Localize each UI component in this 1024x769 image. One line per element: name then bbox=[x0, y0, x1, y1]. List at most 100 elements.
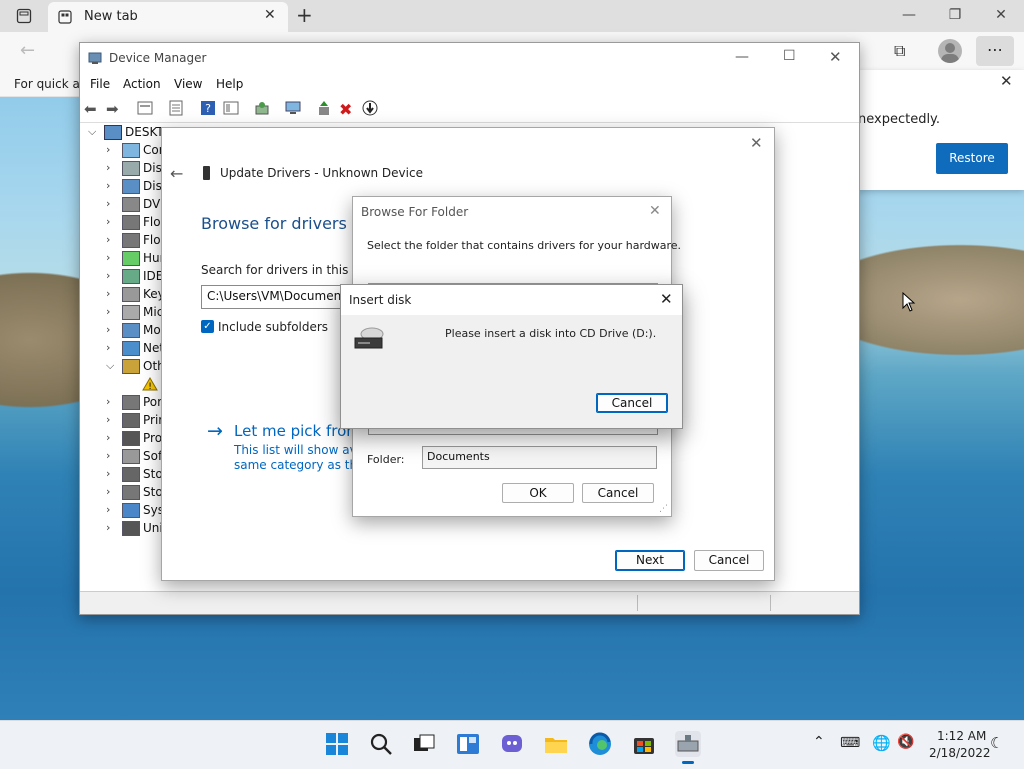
bff-titlebar[interactable]: Browse For Folder ✕ bbox=[353, 197, 671, 227]
expand-chevron-icon[interactable]: › bbox=[106, 341, 116, 354]
collapse-chevron-icon[interactable]: ⌵ bbox=[106, 359, 116, 373]
tree-item[interactable]: › Flop bbox=[80, 213, 163, 231]
menu-view[interactable]: View bbox=[174, 77, 202, 91]
back-icon[interactable]: ← bbox=[20, 40, 35, 61]
maximize-icon[interactable]: ❐ bbox=[932, 0, 978, 30]
tree-item[interactable]: › Uni bbox=[80, 519, 163, 537]
add-tab-icon[interactable]: + bbox=[296, 3, 313, 27]
minimize-icon[interactable]: — bbox=[886, 0, 932, 30]
expand-chevron-icon[interactable]: › bbox=[106, 413, 116, 426]
device-manager-taskbar-icon[interactable] bbox=[675, 731, 701, 757]
tree-item[interactable]: › Net bbox=[80, 339, 163, 357]
dm-minimize-icon[interactable]: — bbox=[735, 49, 749, 65]
folder-input[interactable]: Documents bbox=[422, 446, 657, 469]
tree-item[interactable]: › DVD bbox=[80, 195, 163, 213]
volume-muted-icon[interactable]: 🔇 bbox=[897, 734, 914, 750]
tree-item[interactable]: › Pro bbox=[80, 429, 163, 447]
bff-cancel-button[interactable]: Cancel bbox=[582, 483, 654, 503]
expand-chevron-icon[interactable]: › bbox=[106, 449, 116, 462]
avatar[interactable] bbox=[938, 39, 962, 63]
menu-help[interactable]: Help bbox=[216, 77, 243, 91]
focus-assist-icon[interactable]: ☾ bbox=[990, 734, 1003, 752]
resize-grip-icon[interactable]: ⋰ bbox=[659, 504, 668, 514]
expand-chevron-icon[interactable]: › bbox=[106, 269, 116, 282]
bff-ok-button[interactable]: OK bbox=[502, 483, 574, 503]
task-view-icon[interactable] bbox=[411, 731, 437, 757]
device-manager-titlebar[interactable]: Device Manager — ☐ ✕ bbox=[80, 43, 859, 74]
include-subfolders-checkbox[interactable]: ✓ bbox=[201, 320, 214, 333]
tree-item[interactable]: › Mo bbox=[80, 321, 163, 339]
clock-date[interactable]: 2/18/2022 bbox=[929, 746, 991, 760]
next-button[interactable]: Next bbox=[615, 550, 685, 571]
expand-chevron-icon[interactable]: › bbox=[106, 521, 116, 534]
disable-device-icon[interactable] bbox=[362, 100, 380, 118]
update-driver-icon[interactable] bbox=[316, 100, 334, 118]
uninstall-icon[interactable]: ✖ bbox=[339, 100, 357, 119]
expand-chevron-icon[interactable]: › bbox=[106, 233, 116, 246]
start-icon[interactable] bbox=[324, 731, 350, 757]
tree-item[interactable]: › Key bbox=[80, 285, 163, 303]
expand-chevron-icon[interactable]: › bbox=[106, 395, 116, 408]
dm-close-icon[interactable]: ✕ bbox=[829, 48, 842, 66]
view-icon[interactable] bbox=[223, 100, 241, 118]
tree-item[interactable]: › Syst bbox=[80, 501, 163, 519]
menu-action[interactable]: Action bbox=[123, 77, 161, 91]
tree-item[interactable]: › Prir bbox=[80, 411, 163, 429]
tree-item[interactable]: › Hun bbox=[80, 249, 163, 267]
bff-close-icon[interactable]: ✕ bbox=[649, 203, 661, 219]
tree-item[interactable]: › Mic bbox=[80, 303, 163, 321]
store-icon[interactable] bbox=[631, 731, 657, 757]
forward-arrow-icon[interactable]: ➡ bbox=[106, 100, 124, 118]
ins-cancel-button[interactable]: Cancel bbox=[596, 393, 668, 413]
collections-icon[interactable]: ⧉ bbox=[894, 41, 905, 61]
expand-chevron-icon[interactable]: › bbox=[106, 143, 116, 156]
tree-item[interactable]: › Disk bbox=[80, 159, 163, 177]
tree-item[interactable]: › Soft bbox=[80, 447, 163, 465]
widgets-icon[interactable] bbox=[455, 731, 481, 757]
expand-chevron-icon[interactable]: › bbox=[106, 503, 116, 516]
dm-maximize-icon[interactable]: ☐ bbox=[783, 48, 796, 64]
expand-chevron-icon[interactable]: › bbox=[106, 485, 116, 498]
search-icon[interactable] bbox=[368, 731, 394, 757]
ins-close-icon[interactable]: ✕ bbox=[660, 290, 673, 308]
expand-chevron-icon[interactable]: › bbox=[106, 305, 116, 318]
tree-item[interactable]: › Cor bbox=[80, 141, 163, 159]
show-hidden-icons-icon[interactable]: ⌃ bbox=[813, 734, 825, 750]
collapse-chevron-icon[interactable]: ⌵ bbox=[88, 125, 96, 139]
tree-root[interactable]: ⌵ DESKTO bbox=[80, 123, 173, 141]
restore-button[interactable]: Restore bbox=[936, 143, 1008, 174]
upd-cancel-button[interactable]: Cancel bbox=[694, 550, 764, 571]
network-icon[interactable]: 🌐 bbox=[872, 734, 891, 752]
properties-icon[interactable] bbox=[137, 100, 155, 118]
tab-actions-icon[interactable] bbox=[16, 8, 32, 24]
back-arrow-icon[interactable]: ⬅ bbox=[84, 100, 102, 118]
tree-item[interactable]: › IDE bbox=[80, 267, 163, 285]
scan-hardware-icon[interactable] bbox=[254, 100, 272, 118]
edge-icon[interactable] bbox=[587, 731, 613, 757]
close-window-icon[interactable]: ✕ bbox=[978, 0, 1024, 30]
tree-item[interactable]: › Flop bbox=[80, 231, 163, 249]
tree-item[interactable]: › Stor bbox=[80, 483, 163, 501]
keyboard-icon[interactable]: ⌨ bbox=[840, 735, 860, 751]
expand-chevron-icon[interactable]: › bbox=[106, 431, 116, 444]
teams-chat-icon[interactable] bbox=[499, 731, 525, 757]
expand-chevron-icon[interactable]: › bbox=[106, 251, 116, 264]
expand-chevron-icon[interactable]: › bbox=[106, 323, 116, 336]
file-explorer-icon[interactable] bbox=[543, 731, 569, 757]
clock-time[interactable]: 1:12 AM bbox=[937, 729, 986, 743]
tree-item[interactable]: › Stor bbox=[80, 465, 163, 483]
close-tab-icon[interactable]: ✕ bbox=[264, 7, 276, 23]
close-notification-icon[interactable]: ✕ bbox=[1000, 72, 1013, 90]
more-options-icon[interactable]: ⋯ bbox=[976, 36, 1014, 66]
expand-chevron-icon[interactable]: › bbox=[106, 467, 116, 480]
monitor-icon[interactable] bbox=[285, 100, 303, 118]
expand-chevron-icon[interactable]: › bbox=[106, 215, 116, 228]
menu-file[interactable]: File bbox=[90, 77, 110, 91]
upd-back-icon[interactable]: ← bbox=[170, 164, 183, 183]
expand-chevron-icon[interactable]: › bbox=[106, 161, 116, 174]
tree-item[interactable]: ⌵ Oth bbox=[80, 357, 163, 375]
expand-chevron-icon[interactable]: › bbox=[106, 197, 116, 210]
list-icon[interactable] bbox=[168, 100, 186, 118]
expand-chevron-icon[interactable]: › bbox=[106, 287, 116, 300]
expand-chevron-icon[interactable]: › bbox=[106, 179, 116, 192]
